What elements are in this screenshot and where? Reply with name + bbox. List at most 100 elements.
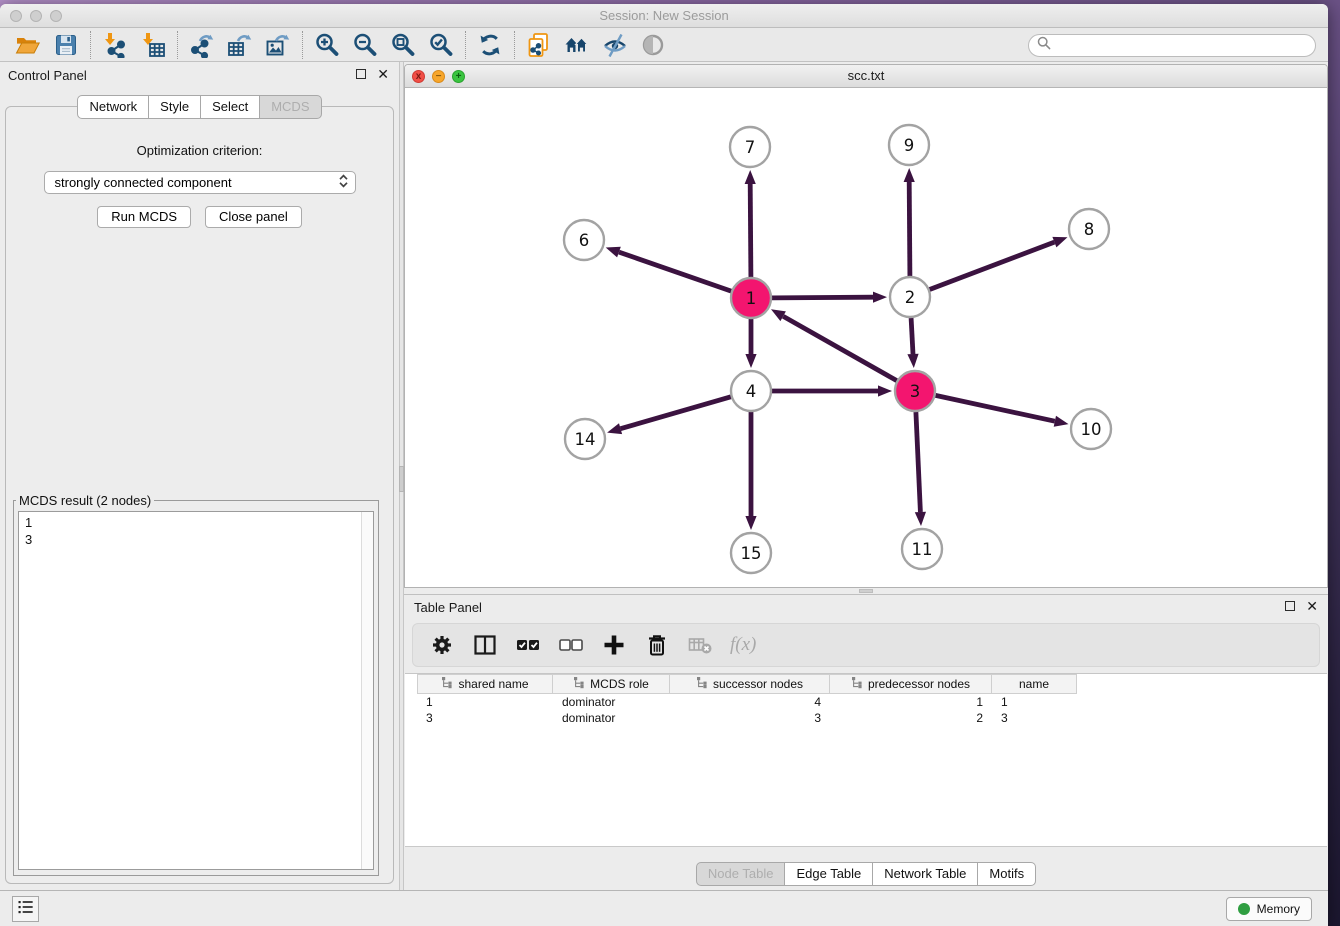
zoom-out-icon[interactable] [350,31,380,59]
table-tab-network-table[interactable]: Network Table [873,862,978,886]
graph-node-8[interactable]: 8 [1069,209,1109,249]
column-layout-icon[interactable] [472,632,498,658]
deselect-all-icon[interactable] [558,632,584,658]
graph-edge-1-7[interactable] [745,170,756,277]
table-row[interactable]: 1dominator411 [417,694,1327,710]
graph-edge-4-14[interactable] [607,397,731,434]
graph-node-10[interactable]: 10 [1071,409,1111,449]
mcds-result-box[interactable]: 1 3 [18,511,374,870]
import-network-icon[interactable] [100,31,130,59]
control-panel-header: Control Panel ✕ [0,62,399,88]
zoom-fit-icon[interactable] [388,31,418,59]
column-header-name[interactable]: name [992,674,1077,694]
zoom-selected-icon[interactable] [426,31,456,59]
graph-edge-1-4[interactable] [745,319,756,368]
graphics-details-icon[interactable] [600,31,630,59]
search-input[interactable] [1057,39,1307,53]
svg-text:14: 14 [575,430,596,449]
criterion-select[interactable]: strongly connected component [44,171,356,194]
graph-edge-2-9[interactable] [904,168,915,276]
refresh-icon[interactable] [475,31,505,59]
tab-mcds[interactable]: MCDS [260,95,321,119]
graph-edge-3-1[interactable] [771,309,897,380]
export-network-icon[interactable] [187,31,217,59]
task-history-button[interactable] [12,896,39,922]
horizontal-splitter-grip[interactable] [859,589,873,593]
select-all-icon[interactable] [515,632,541,658]
result-scrollbar[interactable] [361,512,373,869]
cell-shared-name[interactable]: 1 [417,694,553,710]
table-row[interactable]: 3dominator323 [417,710,1327,726]
graph-edge-3-11[interactable] [915,412,926,526]
zoom-in-icon[interactable] [312,31,342,59]
table-header-row: shared nameMCDS rolesuccessor nodesprede… [417,674,1327,694]
memory-button[interactable]: Memory [1226,897,1312,921]
graph-edge-1-6[interactable] [606,247,732,291]
table-tab-node-table[interactable]: Node Table [696,862,786,886]
duplicate-network-icon[interactable] [524,31,554,59]
graph-node-4[interactable]: 4 [731,371,771,411]
zoom-window-button[interactable] [50,10,62,22]
column-header-MCDS-role[interactable]: MCDS role [553,674,670,694]
tab-select[interactable]: Select [201,95,260,119]
close-panel-button[interactable]: Close panel [205,206,302,228]
float-panel-icon[interactable] [356,69,366,79]
table-tab-edge-table[interactable]: Edge Table [785,862,873,886]
tab-style[interactable]: Style [149,95,201,119]
network-minimize-button[interactable]: − [432,70,445,83]
cell-MCDS-role[interactable]: dominator [553,710,670,726]
table-toolbar: f(x) [412,623,1320,667]
table-tab-motifs[interactable]: Motifs [978,862,1036,886]
svg-text:3: 3 [910,382,921,401]
gear-icon[interactable] [429,632,455,658]
graph-node-2[interactable]: 2 [890,277,930,317]
graph-node-7[interactable]: 7 [730,127,770,167]
graph-node-14[interactable]: 14 [565,419,605,459]
graph-node-15[interactable]: 15 [731,533,771,573]
float-table-panel-icon[interactable] [1285,601,1295,611]
export-table-icon[interactable] [225,31,255,59]
close-panel-icon[interactable]: ✕ [377,69,389,79]
graph-node-3[interactable]: 3 [895,371,935,411]
cell-predecessor-nodes[interactable]: 1 [830,694,992,710]
tab-network[interactable]: Network [77,95,149,119]
graph-edge-4-15[interactable] [745,412,756,530]
cell-predecessor-nodes[interactable]: 2 [830,710,992,726]
column-header-predecessor-nodes[interactable]: predecessor nodes [830,674,992,694]
desktop-background: Session: New Session Control Panel ✕ [0,0,1340,926]
add-column-icon[interactable] [601,632,627,658]
network-canvas[interactable]: 7 9 6 8 1 2 4 3 14 10 15 11 [405,89,1327,587]
column-header-successor-nodes[interactable]: successor nodes [670,674,830,694]
minimize-window-button[interactable] [30,10,42,22]
graph-edge-3-10[interactable] [936,395,1069,426]
graph-node-9[interactable]: 9 [889,125,929,165]
graph-node-11[interactable]: 11 [902,529,942,569]
export-image-icon[interactable] [263,31,293,59]
network-overview-icon[interactable] [562,31,592,59]
window-traffic-lights [10,10,62,22]
delete-column-icon[interactable] [644,632,670,658]
graph-edge-1-2[interactable] [772,292,887,303]
tree-column-icon [573,676,585,692]
run-mcds-button[interactable]: Run MCDS [97,206,191,228]
cell-name[interactable]: 3 [992,710,1077,726]
cell-successor-nodes[interactable]: 4 [670,694,830,710]
graph-edge-4-3[interactable] [772,385,892,396]
cell-name[interactable]: 1 [992,694,1077,710]
graph-edge-2-8[interactable] [930,237,1068,290]
graph-edge-2-3[interactable] [907,318,918,368]
import-table-icon[interactable] [138,31,168,59]
cell-successor-nodes[interactable]: 3 [670,710,830,726]
close-window-button[interactable] [10,10,22,22]
search-box[interactable] [1028,34,1316,57]
graph-node-6[interactable]: 6 [564,220,604,260]
graph-node-1[interactable]: 1 [731,278,771,318]
column-header-shared-name[interactable]: shared name [417,674,553,694]
network-zoom-button[interactable]: + [452,70,465,83]
open-session-icon[interactable] [13,31,43,59]
network-close-button[interactable]: x [412,70,425,83]
cell-MCDS-role[interactable]: dominator [553,694,670,710]
save-session-icon[interactable] [51,31,81,59]
cell-shared-name[interactable]: 3 [417,710,553,726]
close-table-panel-icon[interactable]: ✕ [1306,601,1318,611]
